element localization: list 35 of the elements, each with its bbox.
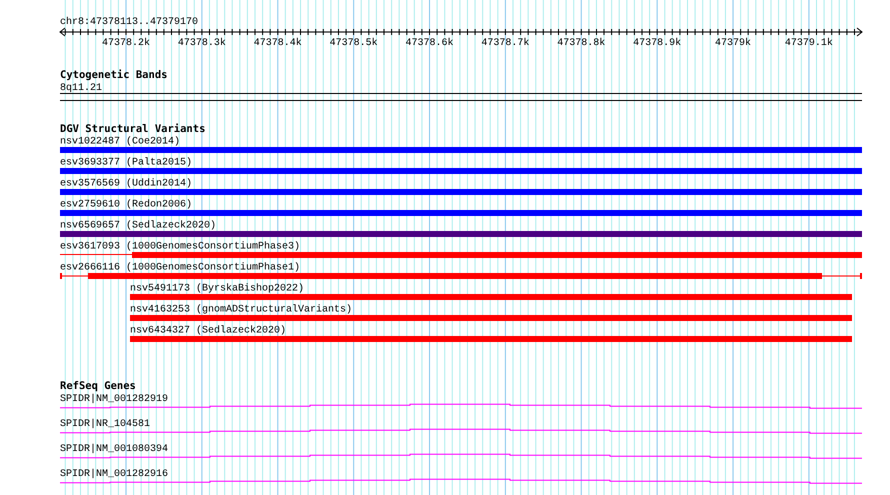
ruler-tick-label: 47378.3k	[178, 38, 226, 49]
gene-label[interactable]: SPIDR|NM_001282916	[60, 469, 168, 480]
ruler-tick-label: 47378.4k	[254, 38, 302, 49]
variant-label[interactable]: nsv1022487 (Coe2014)	[60, 136, 180, 148]
gene-line[interactable]	[60, 454, 862, 459]
variant-label[interactable]: esv3576569 (Uddin2014)	[60, 178, 192, 190]
variant-label[interactable]: esv3617093 (1000GenomesConsortiumPhase3)	[60, 242, 300, 252]
ruler-tick-label: 47378.8k	[557, 38, 606, 49]
gene-line[interactable]	[60, 428, 862, 434]
track-title[interactable]: DGV Structural Variants	[60, 123, 206, 135]
ruler-tick-label: 47378.6k	[406, 38, 454, 49]
band-label: 8q11.21	[60, 83, 102, 94]
variant-label[interactable]: nsv4163253 (gnomADStructuralVariants)	[130, 304, 352, 316]
variant-bar[interactable]	[60, 252, 862, 258]
track-title[interactable]: Cytogenetic Bands	[60, 69, 168, 81]
variant-label[interactable]: esv3693377 (Palta2015)	[60, 158, 192, 168]
gene-line[interactable]	[60, 404, 862, 409]
gene-label[interactable]: SPIDR|NM_001080394	[60, 444, 168, 455]
variant-label[interactable]: esv2666116 (1000GenomesConsortiumPhase1)	[60, 262, 300, 274]
ruler-tick-label: 47378.5k	[330, 38, 378, 49]
ruler-tick-label: 47378.9k	[633, 38, 682, 49]
variant-label[interactable]: nsv6434327 (Sedlazeck2020)	[130, 326, 286, 336]
chromosome-position: chr8:47378113..47379170	[60, 17, 198, 28]
ruler-tick-label: 47379.1k	[784, 38, 833, 49]
gene-label[interactable]: SPIDR|NR_104581	[60, 419, 150, 430]
ruler-tick-label: 47379k	[715, 38, 752, 49]
variant-label[interactable]: nsv6569657 (Sedlazeck2020)	[60, 220, 216, 232]
track-title[interactable]: RefSeq Genes	[60, 380, 136, 392]
ruler-tick-label: 47378.7k	[481, 38, 530, 49]
variant-bar[interactable]	[60, 273, 862, 279]
gene-label[interactable]: SPIDR|NM_001282919	[60, 394, 168, 405]
variant-label[interactable]: nsv5491173 (ByrskaBishop2022)	[130, 284, 304, 294]
gene-line[interactable]	[60, 478, 862, 484]
variant-label[interactable]: esv2759610 (Redon2006)	[60, 200, 192, 210]
ruler-tick-label: 47378.2k	[102, 38, 150, 49]
